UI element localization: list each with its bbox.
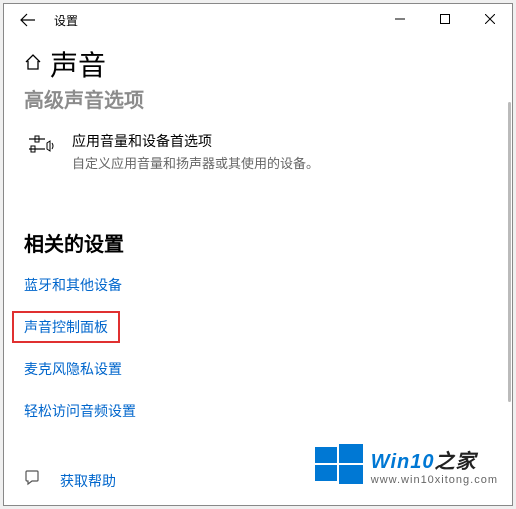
window-title: 设置 <box>54 12 78 29</box>
maximize-icon <box>440 14 450 24</box>
titlebar: 设置 <box>4 4 512 36</box>
arrow-left-icon <box>20 12 36 28</box>
help-icon <box>24 469 48 492</box>
settings-window: 设置 声音 高级声音选项 <box>3 3 513 506</box>
highlight-box: 声音控制面板 <box>12 311 120 343</box>
home-icon <box>24 53 42 76</box>
link-ease-audio[interactable]: 轻松访问音频设置 <box>24 401 492 421</box>
option-description: 自定义应用音量和扬声器或其使用的设备。 <box>72 153 492 172</box>
sliders-icon <box>24 131 58 157</box>
get-help-label: 获取帮助 <box>60 471 116 491</box>
link-sound-control-panel[interactable]: 声音控制面板 <box>24 317 108 337</box>
close-button[interactable] <box>467 4 512 34</box>
minimize-icon <box>395 14 405 24</box>
window-controls <box>377 4 512 34</box>
section-advanced-heading: 高级声音选项 <box>24 84 492 113</box>
get-help-link[interactable]: 获取帮助 <box>24 469 492 492</box>
close-icon <box>485 14 495 24</box>
link-mic-privacy[interactable]: 麦克风隐私设置 <box>24 359 492 379</box>
minimize-button[interactable] <box>377 4 422 34</box>
page-header: 声音 <box>24 44 492 84</box>
back-button[interactable] <box>12 4 44 36</box>
content-area: 声音 高级声音选项 应用音量和设备首选项 自定义应用音量和扬声器或其使用的设备。… <box>4 36 512 505</box>
option-text: 应用音量和设备首选项 自定义应用音量和扬声器或其使用的设备。 <box>72 131 492 172</box>
maximize-button[interactable] <box>422 4 467 34</box>
link-bluetooth-devices[interactable]: 蓝牙和其他设备 <box>24 275 492 295</box>
section-related-heading: 相关的设置 <box>24 228 492 257</box>
option-title: 应用音量和设备首选项 <box>72 131 492 151</box>
page-title: 声音 <box>50 44 106 84</box>
scrollbar-thumb[interactable] <box>508 102 511 402</box>
app-volume-option[interactable]: 应用音量和设备首选项 自定义应用音量和扬声器或其使用的设备。 <box>24 131 492 172</box>
footer-links: 获取帮助 提供反馈 <box>24 469 492 505</box>
